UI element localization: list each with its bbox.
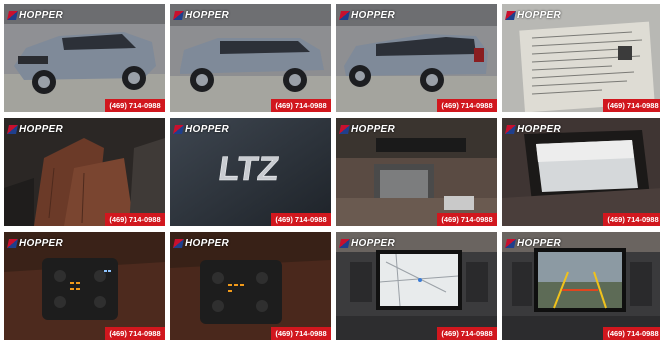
flag-icon (339, 238, 350, 248)
hopper-logo: HOPPER (505, 236, 561, 250)
phone-badge[interactable]: (469) 714-0988 (105, 99, 165, 112)
photo-rear-entertainment-screen[interactable]: HOPPER (469) 714-0988 (336, 118, 497, 226)
flag-icon (173, 238, 184, 248)
phone-badge[interactable]: (469) 714-0988 (105, 327, 165, 340)
phone-badge[interactable]: (469) 714-0988 (271, 327, 331, 340)
flag-icon (7, 124, 18, 134)
phone-badge[interactable]: (469) 714-0988 (271, 99, 331, 112)
phone-badge[interactable]: (469) 714-0988 (271, 213, 331, 226)
photo-window-sticker[interactable]: HOPPER (469) 714-0988 (502, 4, 660, 112)
photo-backup-camera-screen[interactable]: HOPPER (469) 714-0988 (502, 232, 660, 340)
phone-badge[interactable]: (469) 714-0988 (603, 99, 660, 112)
phone-badge[interactable]: (469) 714-0988 (603, 327, 660, 340)
hopper-logo: HOPPER (173, 122, 229, 136)
photo-front-seats[interactable]: HOPPER (469) 714-0988 (4, 118, 165, 226)
ltz-badge-text: LTZ (216, 150, 281, 188)
flag-icon (7, 238, 18, 248)
flag-icon (339, 10, 350, 20)
photo-sunroof[interactable]: HOPPER (469) 714-0988 (502, 118, 660, 226)
photo-front-left-exterior[interactable]: HOPPER (469) 714-0988 (4, 4, 165, 112)
flag-icon (505, 124, 516, 134)
hopper-logo: HOPPER (173, 236, 229, 250)
flag-icon (505, 10, 516, 20)
photo-ltz-badge[interactable]: LTZ HOPPER (469) 714-0988 (170, 118, 331, 226)
hopper-logo: HOPPER (7, 8, 63, 22)
phone-badge[interactable]: (469) 714-0988 (105, 213, 165, 226)
photo-seat-controls-2[interactable]: HOPPER (469) 714-0988 (170, 232, 331, 340)
hopper-logo: HOPPER (505, 122, 561, 136)
photo-gallery: HOPPER (469) 714-0988 HOPPER (469) 714-0… (0, 0, 660, 341)
hopper-logo: HOPPER (339, 236, 395, 250)
hopper-logo: HOPPER (505, 8, 561, 22)
flag-icon (173, 124, 184, 134)
photo-seat-controls-1[interactable]: HOPPER (469) 714-0988 (4, 232, 165, 340)
photo-navigation-screen[interactable]: HOPPER (469) 714-0988 (336, 232, 497, 340)
phone-badge[interactable]: (469) 714-0988 (437, 99, 497, 112)
hopper-logo: HOPPER (173, 8, 229, 22)
hopper-logo: HOPPER (7, 236, 63, 250)
flag-icon (505, 238, 516, 248)
flag-icon (7, 10, 18, 20)
photo-rear-left-exterior[interactable]: HOPPER (469) 714-0988 (336, 4, 497, 112)
phone-badge[interactable]: (469) 714-0988 (603, 213, 660, 226)
hopper-logo: HOPPER (7, 122, 63, 136)
photo-side-exterior[interactable]: HOPPER (469) 714-0988 (170, 4, 331, 112)
flag-icon (173, 10, 184, 20)
phone-badge[interactable]: (469) 714-0988 (437, 213, 497, 226)
hopper-logo: HOPPER (339, 122, 395, 136)
flag-icon (339, 124, 350, 134)
phone-badge[interactable]: (469) 714-0988 (437, 327, 497, 340)
hopper-logo: HOPPER (339, 8, 395, 22)
